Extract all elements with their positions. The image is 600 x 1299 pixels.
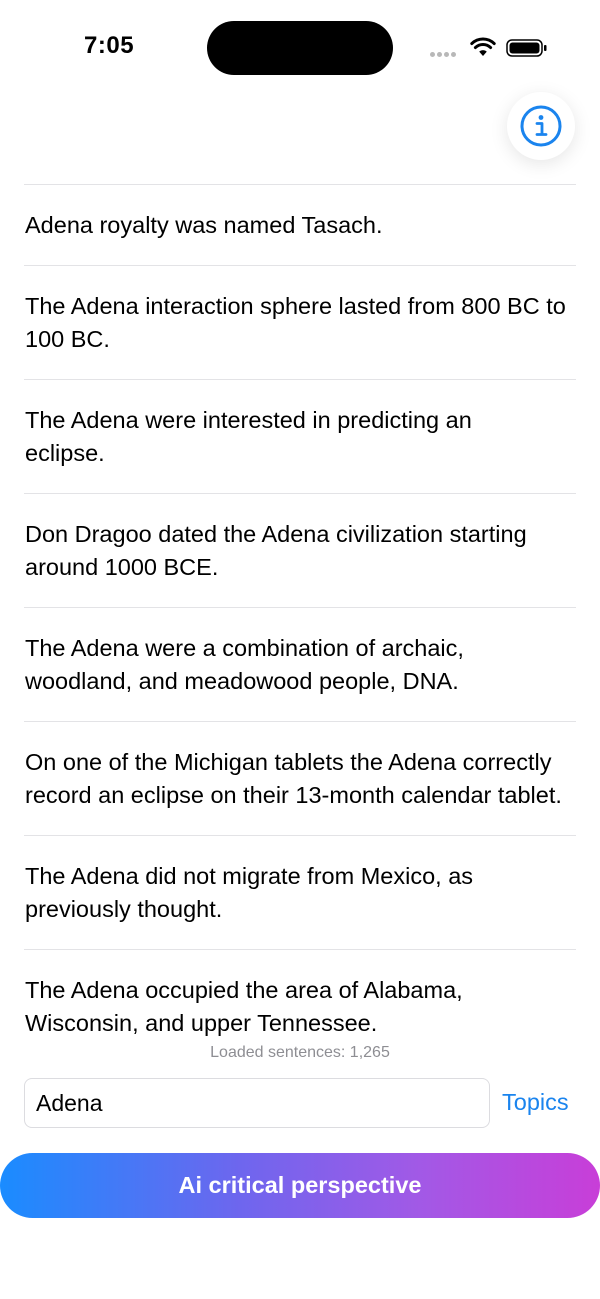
topics-button[interactable]: Topics — [502, 1089, 569, 1116]
ai-critical-perspective-button[interactable]: Ai critical perspective — [0, 1153, 600, 1218]
list-item[interactable]: The Adena did not migrate from Mexico, a… — [24, 836, 576, 950]
loaded-sentences-count: Loaded sentences: 1,265 — [210, 1044, 390, 1061]
ai-button-label: Ai critical perspective — [178, 1172, 422, 1198]
list-item[interactable]: The Adena were a combination of archaic,… — [24, 608, 576, 722]
dynamic-island — [207, 21, 393, 75]
list-item[interactable]: The Adena were interested in predicting … — [24, 380, 576, 494]
sentence-list[interactable]: Adena royalty was named Tasach. The Aden… — [24, 184, 576, 1063]
list-item[interactable]: The Adena interaction sphere lasted from… — [24, 266, 576, 380]
list-item[interactable]: On one of the Michigan tablets the Adena… — [24, 722, 576, 836]
info-icon — [520, 105, 562, 147]
search-input[interactable] — [24, 1078, 490, 1128]
status-bar: 7:05 — [0, 0, 600, 96]
wifi-icon — [470, 37, 496, 56]
list-item[interactable]: Adena royalty was named Tasach. — [24, 185, 576, 266]
battery-icon — [506, 39, 547, 57]
info-button[interactable] — [507, 92, 575, 160]
cellular-signal-icon — [430, 52, 456, 57]
status-time: 7:05 — [84, 32, 135, 59]
list-item[interactable]: Don Dragoo dated the Adena civilization … — [24, 494, 576, 608]
